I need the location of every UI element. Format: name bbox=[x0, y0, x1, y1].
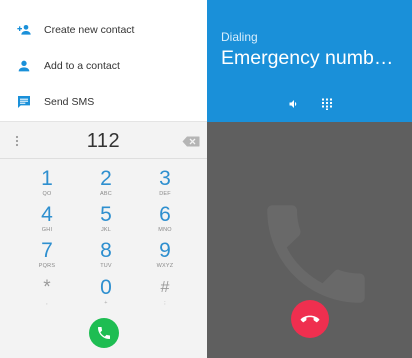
key-digit: 1 bbox=[41, 167, 53, 190]
create-new-contact-button[interactable]: Create new contact bbox=[0, 12, 207, 48]
backspace-icon[interactable] bbox=[182, 136, 200, 147]
key-9[interactable]: 9 WXYZ bbox=[140, 240, 190, 270]
key-4[interactable]: 4 GHI bbox=[22, 204, 72, 234]
screen: Create new contact Add to a contact Send… bbox=[0, 0, 412, 358]
key-6[interactable]: 6 MNO bbox=[140, 204, 190, 234]
key-digit: * bbox=[43, 277, 51, 298]
key-digit: 4 bbox=[41, 203, 53, 226]
key-letters: JKL bbox=[100, 227, 112, 233]
add-to-contact-label: Add to a contact bbox=[44, 60, 120, 72]
add-person-icon bbox=[17, 25, 31, 35]
call-status: Dialing bbox=[221, 30, 258, 44]
key-2[interactable]: 2 ABC bbox=[81, 168, 131, 198]
end-call-button[interactable] bbox=[291, 300, 329, 338]
number-divider bbox=[0, 158, 207, 159]
number-row: 112 bbox=[0, 122, 207, 158]
message-icon bbox=[18, 96, 30, 108]
key-letters: DEF bbox=[159, 191, 171, 197]
key-letters: ; bbox=[164, 300, 166, 306]
key-digit: 6 bbox=[159, 203, 171, 226]
send-sms-label: Send SMS bbox=[44, 96, 95, 108]
contact-actions: Create new contact Add to a contact Send… bbox=[0, 0, 207, 122]
key-digit: 7 bbox=[41, 239, 53, 262]
key-5[interactable]: 5 JKL bbox=[81, 204, 131, 234]
key-digit: 2 bbox=[100, 167, 112, 190]
callee-name: Emergency numb… bbox=[221, 47, 394, 69]
phone-icon bbox=[98, 327, 110, 339]
dialed-number[interactable]: 112 bbox=[0, 130, 207, 153]
key-star[interactable]: * , bbox=[22, 277, 72, 307]
hang-up-icon bbox=[300, 315, 320, 323]
key-letters: TUV bbox=[100, 263, 112, 269]
call-header: Dialing Emergency numb… bbox=[207, 0, 412, 122]
key-1[interactable]: 1 QO bbox=[22, 168, 72, 198]
key-letters: , bbox=[46, 300, 48, 306]
key-0[interactable]: 0 + bbox=[81, 277, 131, 307]
call-button[interactable] bbox=[89, 318, 119, 348]
key-letters: + bbox=[104, 300, 108, 306]
key-digit: 5 bbox=[100, 203, 112, 226]
in-call-panel: Dialing Emergency numb… bbox=[207, 0, 412, 358]
key-7[interactable]: 7 PQRS bbox=[22, 240, 72, 270]
key-letters: PQRS bbox=[38, 263, 56, 269]
key-digit: # bbox=[160, 279, 170, 296]
person-icon bbox=[18, 60, 30, 72]
add-to-contact-button[interactable]: Add to a contact bbox=[0, 48, 207, 84]
key-digit: 9 bbox=[159, 239, 171, 262]
dialer-panel: Create new contact Add to a contact Send… bbox=[0, 0, 207, 358]
key-hash[interactable]: # ; bbox=[140, 277, 190, 307]
key-3[interactable]: 3 DEF bbox=[140, 168, 190, 198]
dialpad-icon[interactable] bbox=[321, 98, 333, 110]
key-letters: GHI bbox=[41, 227, 53, 233]
key-8[interactable]: 8 TUV bbox=[81, 240, 131, 270]
key-letters: QO bbox=[42, 191, 52, 197]
key-letters: WXYZ bbox=[156, 263, 174, 269]
speaker-icon[interactable] bbox=[288, 98, 300, 110]
key-letters: MNO bbox=[158, 227, 172, 233]
key-digit: 3 bbox=[159, 167, 171, 190]
key-letters: ABC bbox=[100, 191, 112, 197]
send-sms-button[interactable]: Send SMS bbox=[0, 84, 207, 120]
key-digit: 0 bbox=[100, 276, 112, 299]
key-digit: 8 bbox=[100, 239, 112, 262]
create-new-contact-label: Create new contact bbox=[44, 24, 135, 36]
